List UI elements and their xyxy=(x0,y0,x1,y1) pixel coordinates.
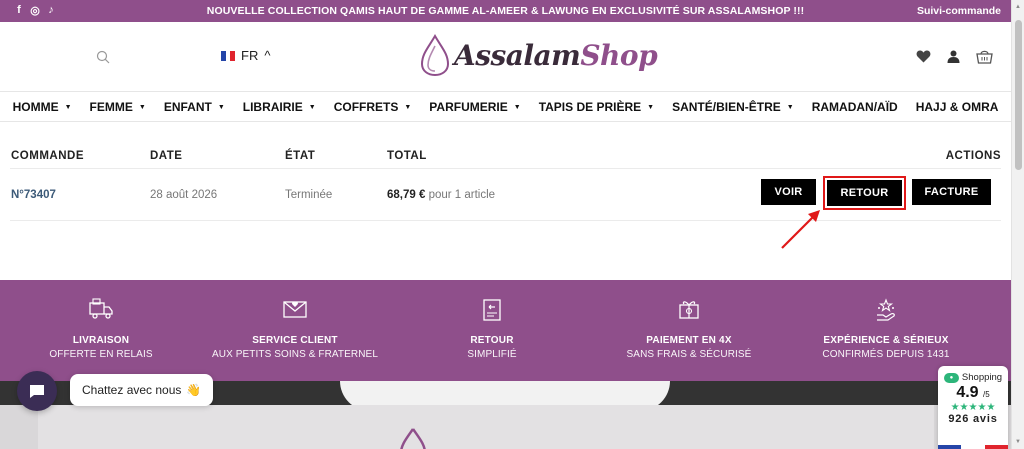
nav-item-sante-bien-etre[interactable]: SANTÉ/BIEN-ÊTRE ▼ xyxy=(663,92,803,121)
order-total: 68,79 € pour 1 article xyxy=(387,189,496,201)
caret-down-icon: ▼ xyxy=(647,103,655,111)
logo-text: AssalamShop xyxy=(454,38,658,72)
nav-item-enfant[interactable]: ENFANT ▼ xyxy=(155,92,234,121)
chat-icon xyxy=(30,384,44,398)
chat-prompt-text: Chattez avec nous xyxy=(82,383,182,397)
feature-subtitle: AUX PETITS SOINS & FRATERNEL xyxy=(212,349,378,360)
feature-title: LIVRAISON xyxy=(72,335,130,346)
return-box-icon xyxy=(481,298,503,327)
nav-item-librairie[interactable]: LIBRAIRIE ▼ xyxy=(234,92,325,121)
column-header-etat: ÉTAT xyxy=(285,150,316,162)
caret-down-icon: ▼ xyxy=(513,103,521,111)
nav-item-homme[interactable]: HOMME ▼ xyxy=(4,92,81,121)
caret-down-icon: ▼ xyxy=(217,103,225,111)
column-header-date: DATE xyxy=(150,150,183,162)
page-scrollbar[interactable]: ▲ ▼ xyxy=(1011,0,1024,449)
column-header-actions: ACTIONS xyxy=(945,150,1001,162)
chevron-up-icon: ^ xyxy=(264,48,271,63)
rating-stars-icon: ★★★★★ xyxy=(950,402,996,413)
caret-down-icon: ▼ xyxy=(786,103,794,111)
language-selector[interactable]: FR ^ xyxy=(221,48,270,63)
search-icon[interactable] xyxy=(96,50,110,69)
language-code: FR xyxy=(241,48,259,63)
feature-subtitle: SIMPLIFIÉ xyxy=(467,349,517,360)
chat-prompt-bubble[interactable]: Chattez avec nous 👋 xyxy=(70,374,214,406)
feature-subtitle: CONFIRMÉS DEPUIS 1431 xyxy=(822,349,950,360)
wave-emoji-icon: 👋 xyxy=(186,383,202,397)
announcement-bar: f ◎ ♪ NOUVELLE COLLECTION QAMIS HAUT DE … xyxy=(0,0,1011,22)
feature-title: SERVICE CLIENT xyxy=(252,335,338,346)
nav-item-ramadan-aid[interactable]: RAMADAN/AÏD xyxy=(803,92,907,121)
order-number-link[interactable]: N°73407 xyxy=(11,189,56,201)
reviews-badge-header: ● Shopping xyxy=(938,372,1008,383)
reviews-badge-label: Shopping xyxy=(961,372,1003,383)
invoice-button[interactable]: FACTURE xyxy=(912,179,991,205)
annotation-arrow-icon xyxy=(781,210,820,249)
caret-down-icon: ▼ xyxy=(138,103,146,111)
site-header: FR ^ AssalamShop xyxy=(0,22,1011,92)
nav-item-parfumerie[interactable]: PARFUMERIE ▼ xyxy=(420,92,529,121)
header-icons xyxy=(916,49,993,69)
caret-down-icon: ▼ xyxy=(64,103,72,111)
header-divider xyxy=(10,168,1001,169)
main-navigation: HOMME ▼ FEMME ▼ ENFANT ▼ LIBRAIRIE ▼ COFFRET… xyxy=(0,92,1011,122)
feature-subtitle: SANS FRAIS & SÉCURISÉ xyxy=(626,349,752,360)
feature-title: EXPÉRIENCE & SÉRIEUX xyxy=(823,335,949,346)
feature-title: PAIEMENT EN 4X xyxy=(646,335,732,346)
nav-item-femme[interactable]: FEMME ▼ xyxy=(81,92,155,121)
heart-icon[interactable] xyxy=(916,50,931,68)
reviews-badge[interactable]: ● Shopping 4.9 /5 ★★★★★ 926 avis xyxy=(938,366,1008,449)
gift-card-icon xyxy=(677,298,701,325)
logo-mark-icon xyxy=(420,34,450,76)
nav-item-tapis-de-priere[interactable]: TAPIS DE PRIÈRE ▼ xyxy=(530,92,663,121)
chat-launcher-button[interactable] xyxy=(17,371,57,411)
column-header-commande: COMMANDE xyxy=(11,150,84,162)
flag-strip xyxy=(938,445,1008,449)
caret-down-icon: ▼ xyxy=(404,103,412,111)
announcement-text: NOUVELLE COLLECTION QAMIS HAUT DE GAMME … xyxy=(206,5,805,17)
scroll-up-icon[interactable]: ▲ xyxy=(1015,4,1021,10)
cart-icon[interactable] xyxy=(976,49,993,69)
reviews-logo-icon: ● xyxy=(943,372,959,383)
hero-logo-mark-icon xyxy=(400,428,426,449)
feature-subtitle: OFFERTE EN RELAIS xyxy=(49,349,153,360)
features-band: LIVRAISON OFFERTE EN RELAIS SERVICE CLIE… xyxy=(0,280,1011,381)
hero-panel xyxy=(38,405,934,449)
stars-hand-icon xyxy=(874,298,898,327)
column-header-total: TOTAL xyxy=(387,150,427,162)
review-count: 926 avis xyxy=(948,413,998,425)
envelope-heart-icon xyxy=(282,298,308,325)
order-tracking-link[interactable]: Suivi-commande xyxy=(917,5,1001,17)
order-status: Terminée xyxy=(285,189,333,201)
return-button-highlight xyxy=(823,176,906,210)
nav-item-hajj-omra[interactable]: HAJJ & OMRA xyxy=(907,92,1008,121)
caret-down-icon: ▼ xyxy=(308,103,316,111)
scroll-down-icon[interactable]: ▼ xyxy=(1015,439,1021,445)
rating-score: 4.9 /5 xyxy=(956,384,990,401)
orders-table: COMMANDE DATE ÉTAT TOTAL ACTIONS N°73407… xyxy=(0,122,1011,280)
nav-item-coffrets[interactable]: COFFRETS ▼ xyxy=(325,92,421,121)
scrollbar-thumb[interactable] xyxy=(1015,20,1022,170)
truck-icon xyxy=(88,298,114,325)
view-order-button[interactable]: VOIR xyxy=(761,179,816,205)
page: f ◎ ♪ NOUVELLE COLLECTION QAMIS HAUT DE … xyxy=(0,0,1024,449)
row-divider xyxy=(10,220,1001,221)
order-date: 28 août 2026 xyxy=(150,189,218,201)
site-logo[interactable]: AssalamShop xyxy=(418,34,658,76)
account-icon[interactable] xyxy=(947,50,960,68)
feature-title: RETOUR xyxy=(470,335,514,346)
french-flag-icon xyxy=(221,50,236,61)
